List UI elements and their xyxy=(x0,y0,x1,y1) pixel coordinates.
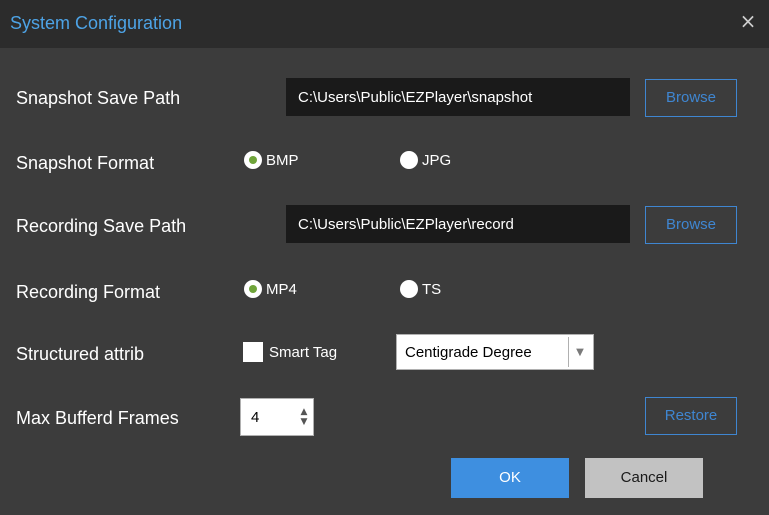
radio-selected-icon xyxy=(244,280,262,298)
recording-format-ts-radio[interactable]: TS xyxy=(400,280,441,298)
spinbox-value: 4 xyxy=(251,408,260,426)
cancel-button[interactable]: Cancel xyxy=(585,458,703,498)
ok-button[interactable]: OK xyxy=(451,458,569,498)
radio-label: JPG xyxy=(422,151,452,169)
system-configuration-dialog: System Configuration × Snapshot Save Pat… xyxy=(0,0,769,515)
snapshot-path-label: Snapshot Save Path xyxy=(16,88,181,108)
recording-browse-button[interactable]: Browse xyxy=(645,206,737,244)
recording-path-input[interactable] xyxy=(286,205,630,243)
dropdown-arrow-icon[interactable]: ▼ xyxy=(568,337,591,367)
radio-label: MP4 xyxy=(266,280,297,298)
close-icon[interactable]: × xyxy=(737,10,759,32)
spin-down-icon[interactable]: ▼ xyxy=(301,417,308,427)
smart-tag-checkbox[interactable]: Smart Tag xyxy=(243,342,337,362)
radio-label: TS xyxy=(422,280,442,298)
temperature-unit-select[interactable]: Centigrade Degree ▼ xyxy=(396,334,594,370)
max-frames-spinbox[interactable]: 4 ▲ ▼ xyxy=(240,398,314,436)
dialog-title: System Configuration xyxy=(10,13,183,33)
snapshot-format-label: Snapshot Format xyxy=(16,153,155,173)
recording-format-mp4-radio[interactable]: MP4 xyxy=(244,280,297,298)
radio-selected-icon xyxy=(244,151,262,169)
title-bar: System Configuration × xyxy=(0,0,769,48)
recording-path-label: Recording Save Path xyxy=(16,216,187,236)
radio-unselected-icon xyxy=(400,151,418,169)
structured-attrib-label: Structured attrib xyxy=(16,344,145,364)
snapshot-path-input[interactable] xyxy=(286,78,630,116)
recording-format-label: Recording Format xyxy=(16,282,161,302)
radio-label: BMP xyxy=(266,151,299,169)
snapshot-browse-button[interactable]: Browse xyxy=(645,79,737,117)
spinbox-arrows[interactable]: ▲ ▼ xyxy=(295,407,313,427)
select-value: Centigrade Degree xyxy=(405,343,532,361)
snapshot-format-jpg-radio[interactable]: JPG xyxy=(400,151,451,169)
spin-up-icon[interactable]: ▲ xyxy=(301,407,308,417)
checkbox-icon xyxy=(243,342,263,362)
radio-unselected-icon xyxy=(400,280,418,298)
max-frames-label: Max Bufferd Frames xyxy=(16,408,179,428)
smart-tag-label: Smart Tag xyxy=(269,343,338,361)
snapshot-format-bmp-radio[interactable]: BMP xyxy=(244,151,299,169)
restore-button[interactable]: Restore xyxy=(645,397,737,435)
